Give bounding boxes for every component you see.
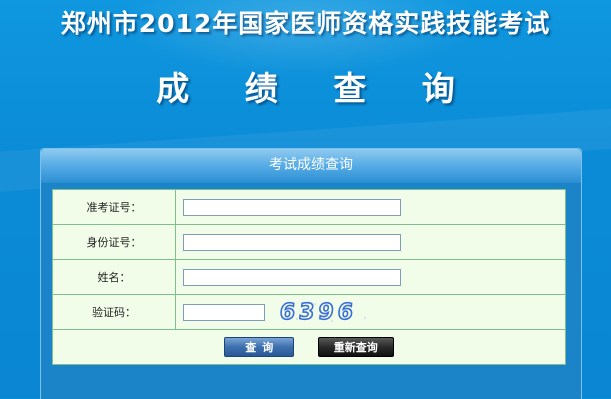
- form-row-name: 姓名：: [52, 259, 566, 295]
- page-subtitle: 成 绩 查 询: [156, 69, 477, 108]
- buttons-cell: 查询 重新查询: [52, 329, 566, 365]
- query-button[interactable]: 查询: [224, 337, 295, 357]
- query-panel: 考试成绩查询 准考证号： 身份证号： 姓名： 验证码： 6396 查询 重新查询: [40, 148, 582, 399]
- form-row-exam-id: 准考证号：: [52, 189, 566, 225]
- name-cell: [175, 259, 566, 295]
- exam-id-label: 准考证号：: [52, 189, 176, 225]
- captcha-cell: 6396: [175, 294, 566, 330]
- captcha-input[interactable]: [183, 303, 265, 321]
- name-input[interactable]: [183, 268, 401, 286]
- form-row-captcha: 验证码： 6396: [52, 294, 566, 330]
- id-card-label: 身份证号：: [52, 224, 176, 260]
- name-label: 姓名：: [52, 259, 176, 295]
- captcha-label: 验证码：: [52, 294, 176, 330]
- form-row-id-card: 身份证号：: [52, 224, 566, 260]
- page-title: 郑州市2012年国家医师资格实践技能考试: [60, 9, 551, 38]
- reset-button[interactable]: 重新查询: [317, 337, 394, 357]
- query-form: 准考证号： 身份证号： 姓名： 验证码： 6396 查询 重新查询: [52, 189, 566, 365]
- panel-title: 考试成绩查询: [41, 149, 581, 183]
- captcha-text: 6396: [278, 300, 358, 324]
- exam-id-cell: [175, 189, 566, 225]
- id-card-input[interactable]: [183, 233, 401, 251]
- captcha-image[interactable]: 6396: [274, 300, 375, 324]
- form-row-buttons: 查询 重新查询: [52, 329, 566, 365]
- exam-id-input[interactable]: [183, 198, 401, 216]
- id-card-cell: [175, 224, 566, 260]
